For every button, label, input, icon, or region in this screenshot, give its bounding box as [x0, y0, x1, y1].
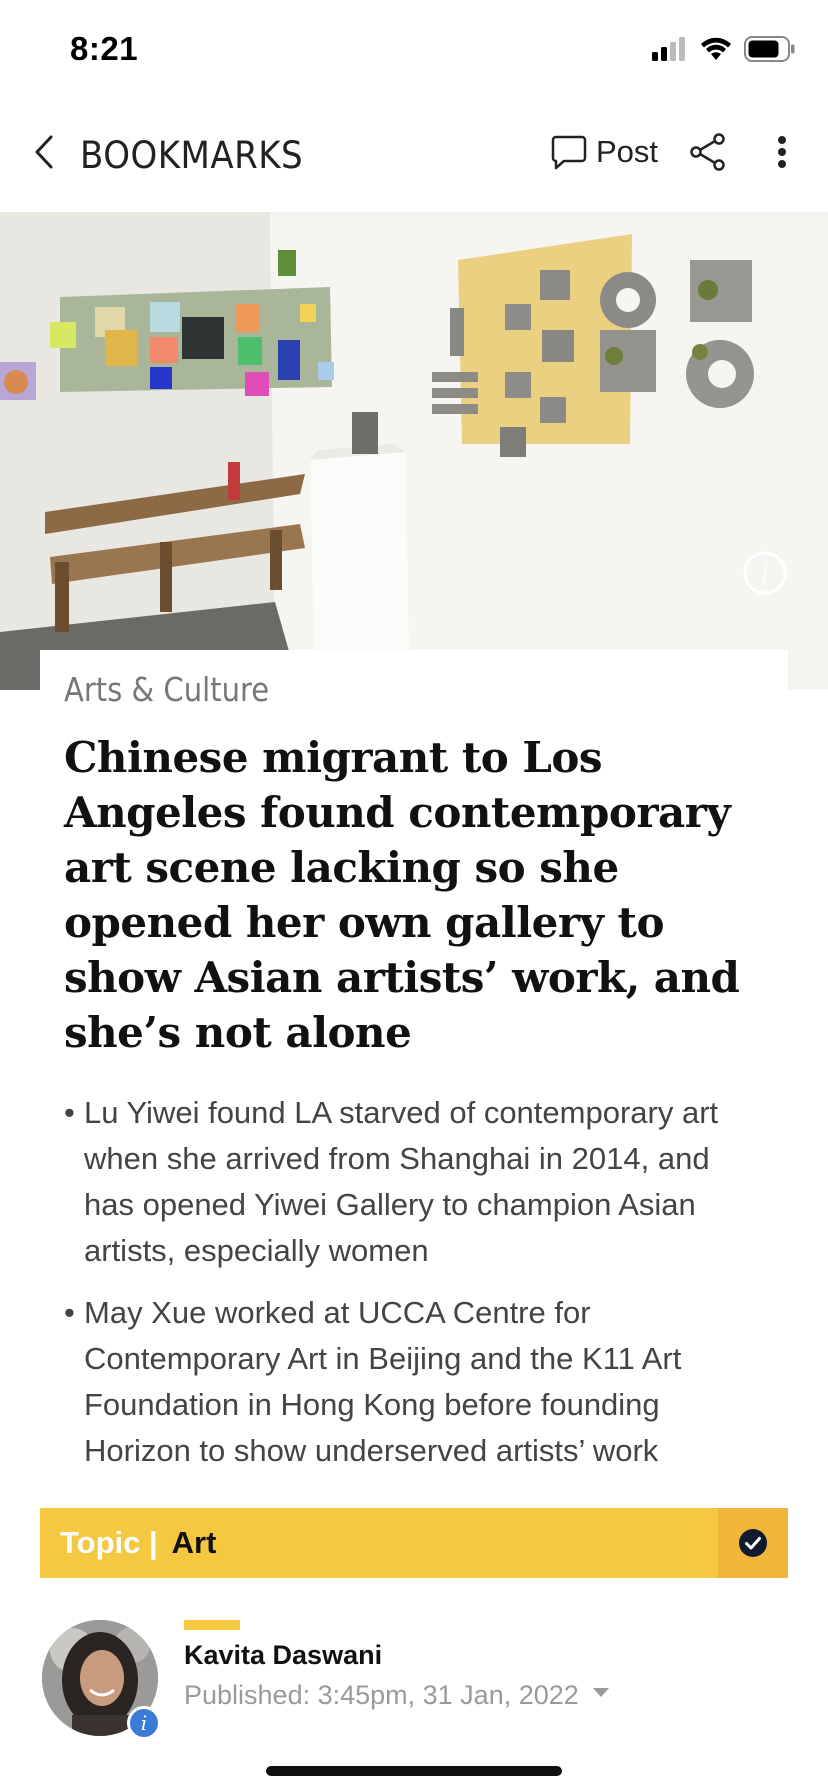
- summary-bullet: May Xue worked at UCCA Centre for Contem…: [64, 1290, 764, 1474]
- wifi-icon: [701, 37, 731, 60]
- check-circle-icon: [739, 1529, 767, 1557]
- author-accent-bar: [184, 1620, 240, 1630]
- more-options-button[interactable]: [768, 130, 796, 174]
- published-info[interactable]: Published: 3:45pm, 31 Jan, 2022: [184, 1680, 609, 1711]
- gallery-photo: [0, 212, 828, 690]
- status-bar: 8:21: [0, 0, 828, 100]
- summary-list: Lu Yiwei found LA starved of contemporar…: [64, 1090, 764, 1490]
- share-button[interactable]: [688, 132, 728, 172]
- home-indicator: [266, 1766, 562, 1776]
- summary-bullet: Lu Yiwei found LA starved of contemporar…: [64, 1090, 764, 1274]
- topic-follow-button[interactable]: [718, 1508, 788, 1578]
- author-name[interactable]: Kavita Daswani: [184, 1640, 382, 1671]
- info-icon: i: [743, 551, 787, 595]
- post-button[interactable]: Post: [550, 130, 658, 174]
- app-header: BOOKMARKS Post: [0, 100, 828, 212]
- article-headline: Chinese migrant to Los Angeles found con…: [64, 733, 740, 1057]
- share-icon: [690, 133, 725, 171]
- chevron-left-icon: [35, 135, 53, 169]
- status-icons: [652, 36, 796, 62]
- hero-image[interactable]: i: [0, 212, 828, 690]
- caret-down-icon: [592, 1688, 609, 1697]
- topic-bar[interactable]: Topic | Art: [40, 1508, 788, 1578]
- signal-icon: [652, 37, 685, 61]
- topic-prefix: Topic |: [60, 1525, 158, 1560]
- post-label: Post: [596, 134, 659, 169]
- comment-icon: [551, 135, 587, 170]
- back-button[interactable]: [24, 130, 64, 174]
- more-dot: [778, 160, 786, 168]
- svg-text:i: i: [761, 560, 769, 588]
- more-dot: [778, 136, 786, 144]
- image-info-button[interactable]: i: [742, 550, 788, 596]
- author-info-icon[interactable]: i: [127, 1706, 161, 1740]
- topic-name: Art: [171, 1525, 217, 1560]
- battery-icon: [744, 36, 795, 62]
- more-dot: [778, 148, 786, 156]
- status-time: 8:21: [70, 30, 139, 67]
- page-title: BOOKMARKS: [80, 134, 304, 177]
- published-date: Published: 3:45pm, 31 Jan, 2022: [184, 1680, 579, 1710]
- section-label[interactable]: Arts & Culture: [64, 670, 269, 709]
